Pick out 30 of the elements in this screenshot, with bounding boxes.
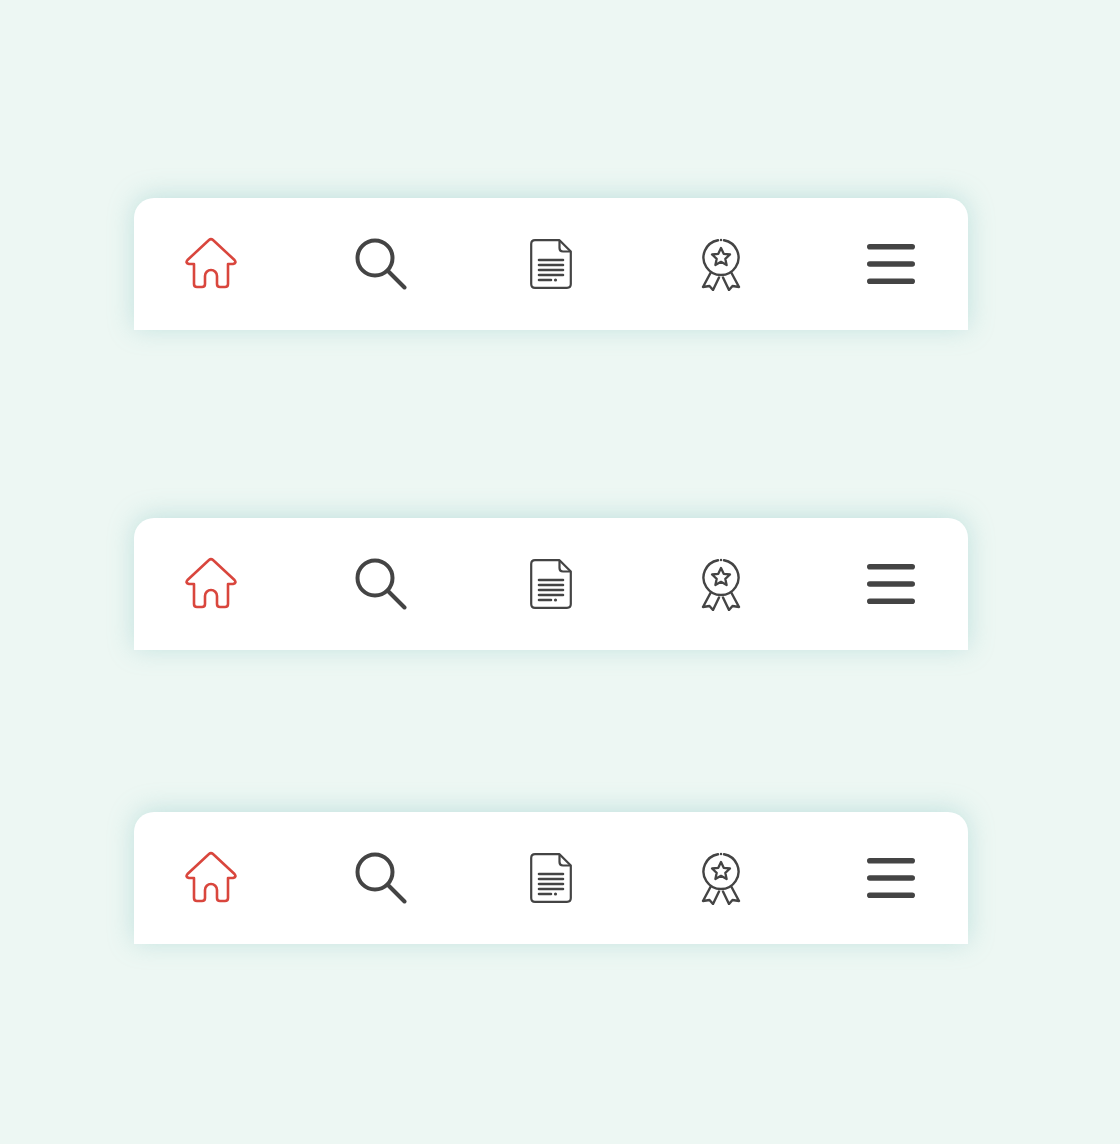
house-icon (184, 237, 238, 291)
award-button[interactable] (700, 851, 742, 905)
menu-icon (867, 564, 915, 604)
menu-button[interactable] (867, 858, 915, 898)
menu-button[interactable] (867, 564, 915, 604)
award-icon (700, 851, 742, 905)
search-icon (355, 852, 407, 904)
award-button[interactable] (700, 557, 742, 611)
search-icon (355, 558, 407, 610)
document-icon (530, 239, 572, 289)
menu-icon (867, 244, 915, 284)
house-icon (184, 851, 238, 905)
award-button[interactable] (700, 237, 742, 291)
search-button[interactable] (355, 558, 407, 610)
menu-button[interactable] (867, 244, 915, 284)
home-button[interactable] (184, 557, 238, 611)
search-button[interactable] (355, 238, 407, 290)
search-icon (355, 238, 407, 290)
award-icon (700, 237, 742, 291)
document-button[interactable] (530, 559, 572, 609)
document-button[interactable] (530, 239, 572, 289)
award-icon (700, 557, 742, 611)
document-icon (530, 559, 572, 609)
search-button[interactable] (355, 852, 407, 904)
home-button[interactable] (184, 851, 238, 905)
document-button[interactable] (530, 853, 572, 903)
document-icon (530, 853, 572, 903)
home-button[interactable] (184, 237, 238, 291)
menu-icon (867, 858, 915, 898)
house-icon (184, 557, 238, 611)
